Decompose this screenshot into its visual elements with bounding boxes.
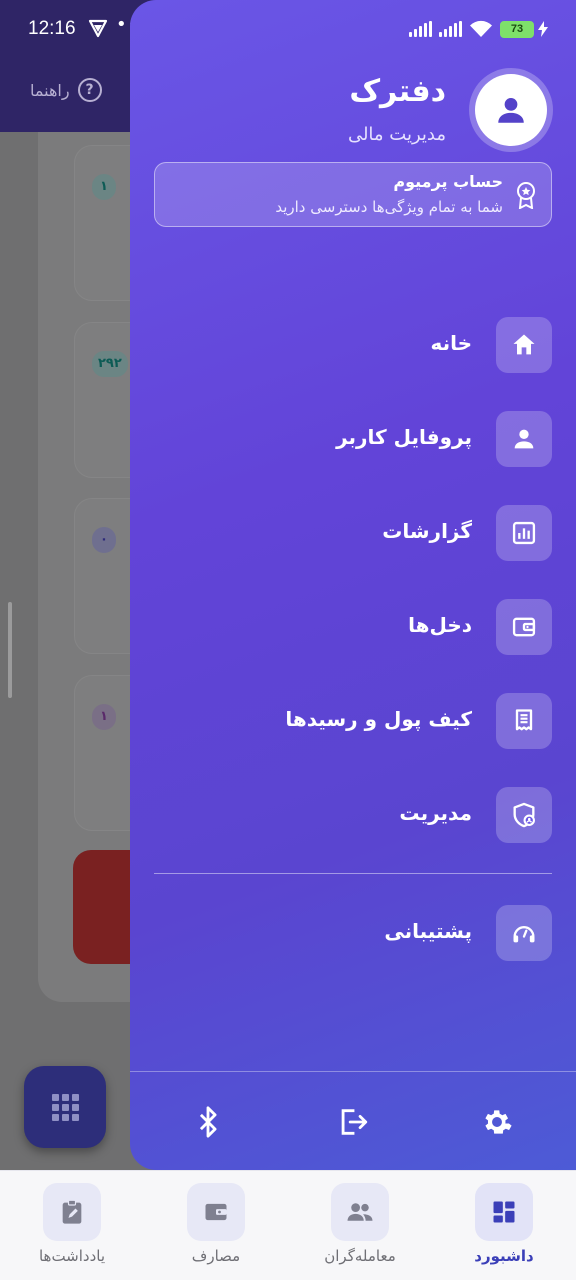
menu-item-home[interactable]: خانه bbox=[154, 315, 552, 375]
help-link[interactable]: ? راهنما bbox=[30, 78, 102, 102]
nav-traders[interactable]: معامله‌گران bbox=[305, 1183, 415, 1273]
wifi-icon bbox=[470, 20, 492, 37]
avatar[interactable] bbox=[469, 68, 553, 152]
menu-item-label: خانه bbox=[430, 331, 472, 355]
stat-chip: ۰ bbox=[92, 527, 116, 553]
premium-description: شما به تمام ویژگی‌ها دسترسی دارید bbox=[275, 198, 503, 216]
menu-item-incomes[interactable]: دخل‌ها bbox=[154, 597, 552, 657]
nav-label: مصارف bbox=[191, 1247, 241, 1265]
navigation-drawer: 73 دفترک مدیریت مالی حساب پرمیوم شما به … bbox=[130, 0, 576, 1170]
note-icon bbox=[62, 1199, 82, 1224]
status-icons: 73 bbox=[409, 20, 548, 38]
nav-dashboard[interactable]: داشبورد bbox=[449, 1183, 559, 1273]
logout-icon bbox=[341, 1109, 368, 1135]
nav-expenses[interactable]: مصارف bbox=[161, 1183, 271, 1273]
person-icon bbox=[498, 97, 524, 123]
bottom-navigation: داشبورد معامله‌گران مصارف یادداشت‌ها bbox=[0, 1170, 576, 1280]
apps-fab-button[interactable] bbox=[24, 1066, 106, 1148]
menu-item-label: گزارشات bbox=[382, 519, 472, 543]
bluetooth-button[interactable] bbox=[186, 1100, 230, 1144]
logout-button[interactable] bbox=[331, 1100, 375, 1144]
home-icon bbox=[513, 334, 535, 355]
menu-item-management[interactable]: مدیریت bbox=[154, 785, 552, 845]
menu-divider bbox=[154, 873, 552, 874]
nav-notes[interactable]: یادداشت‌ها bbox=[17, 1183, 127, 1273]
app-screen: ? راهنما ۱ ۲۹۲ ۰ ۱ 12:16 ••• 73 bbox=[0, 0, 576, 1280]
settings-icon bbox=[485, 1110, 512, 1134]
app-name: دفترک bbox=[349, 74, 446, 109]
person-icon bbox=[514, 429, 534, 449]
battery-icon: 73 bbox=[500, 20, 548, 38]
grid-icon bbox=[51, 1093, 79, 1121]
menu-item-label: کیف پول و رسیدها bbox=[285, 707, 472, 731]
scrollbar[interactable] bbox=[8, 602, 12, 698]
settings-button[interactable] bbox=[475, 1100, 519, 1144]
menu-item-label: پشتیبانی bbox=[384, 919, 472, 943]
admin-shield-icon bbox=[513, 802, 535, 828]
nav-label: یادداشت‌ها bbox=[38, 1247, 106, 1265]
receipt-icon bbox=[515, 709, 533, 731]
menu-item-label: پروفایل کاربر bbox=[336, 425, 472, 449]
signal-icon bbox=[409, 21, 432, 37]
report-chart-icon bbox=[512, 521, 536, 545]
menu-item-profile[interactable]: پروفایل کاربر bbox=[154, 409, 552, 469]
stat-chip: ۲۹۲ bbox=[92, 351, 128, 377]
vpn-icon bbox=[88, 19, 108, 38]
nav-label: داشبورد bbox=[474, 1247, 534, 1265]
bluetooth-icon bbox=[199, 1106, 217, 1138]
battery-level: 73 bbox=[500, 20, 534, 38]
status-time: 12:16 bbox=[28, 18, 76, 39]
help-label: راهنما bbox=[30, 80, 70, 100]
charging-icon bbox=[538, 21, 548, 37]
footer-divider bbox=[130, 1071, 576, 1072]
wallet-icon bbox=[205, 1203, 227, 1221]
help-icon: ? bbox=[77, 78, 102, 102]
menu-item-label: مدیریت bbox=[399, 801, 472, 825]
wallet-icon bbox=[512, 617, 536, 637]
dashboard-icon bbox=[493, 1201, 515, 1223]
app-subtitle: مدیریت مالی bbox=[347, 124, 446, 145]
support-headset-icon bbox=[513, 926, 535, 943]
premium-badge-icon bbox=[517, 182, 535, 209]
premium-title: حساب پرمیوم bbox=[393, 172, 503, 191]
stat-chip: ۱ bbox=[92, 174, 116, 200]
menu-item-support[interactable]: پشتیبانی bbox=[154, 903, 552, 963]
signal-icon bbox=[439, 21, 462, 37]
menu-item-reports[interactable]: گزارشات bbox=[154, 503, 552, 563]
menu-item-wallet-receipts[interactable]: کیف پول و رسیدها bbox=[154, 691, 552, 751]
people-icon bbox=[347, 1203, 373, 1221]
premium-account-card[interactable]: حساب پرمیوم شما به تمام ویژگی‌ها دسترسی … bbox=[154, 162, 552, 227]
nav-label: معامله‌گران bbox=[324, 1247, 396, 1265]
stat-chip: ۱ bbox=[92, 704, 116, 730]
menu-item-label: دخل‌ها bbox=[408, 613, 472, 637]
